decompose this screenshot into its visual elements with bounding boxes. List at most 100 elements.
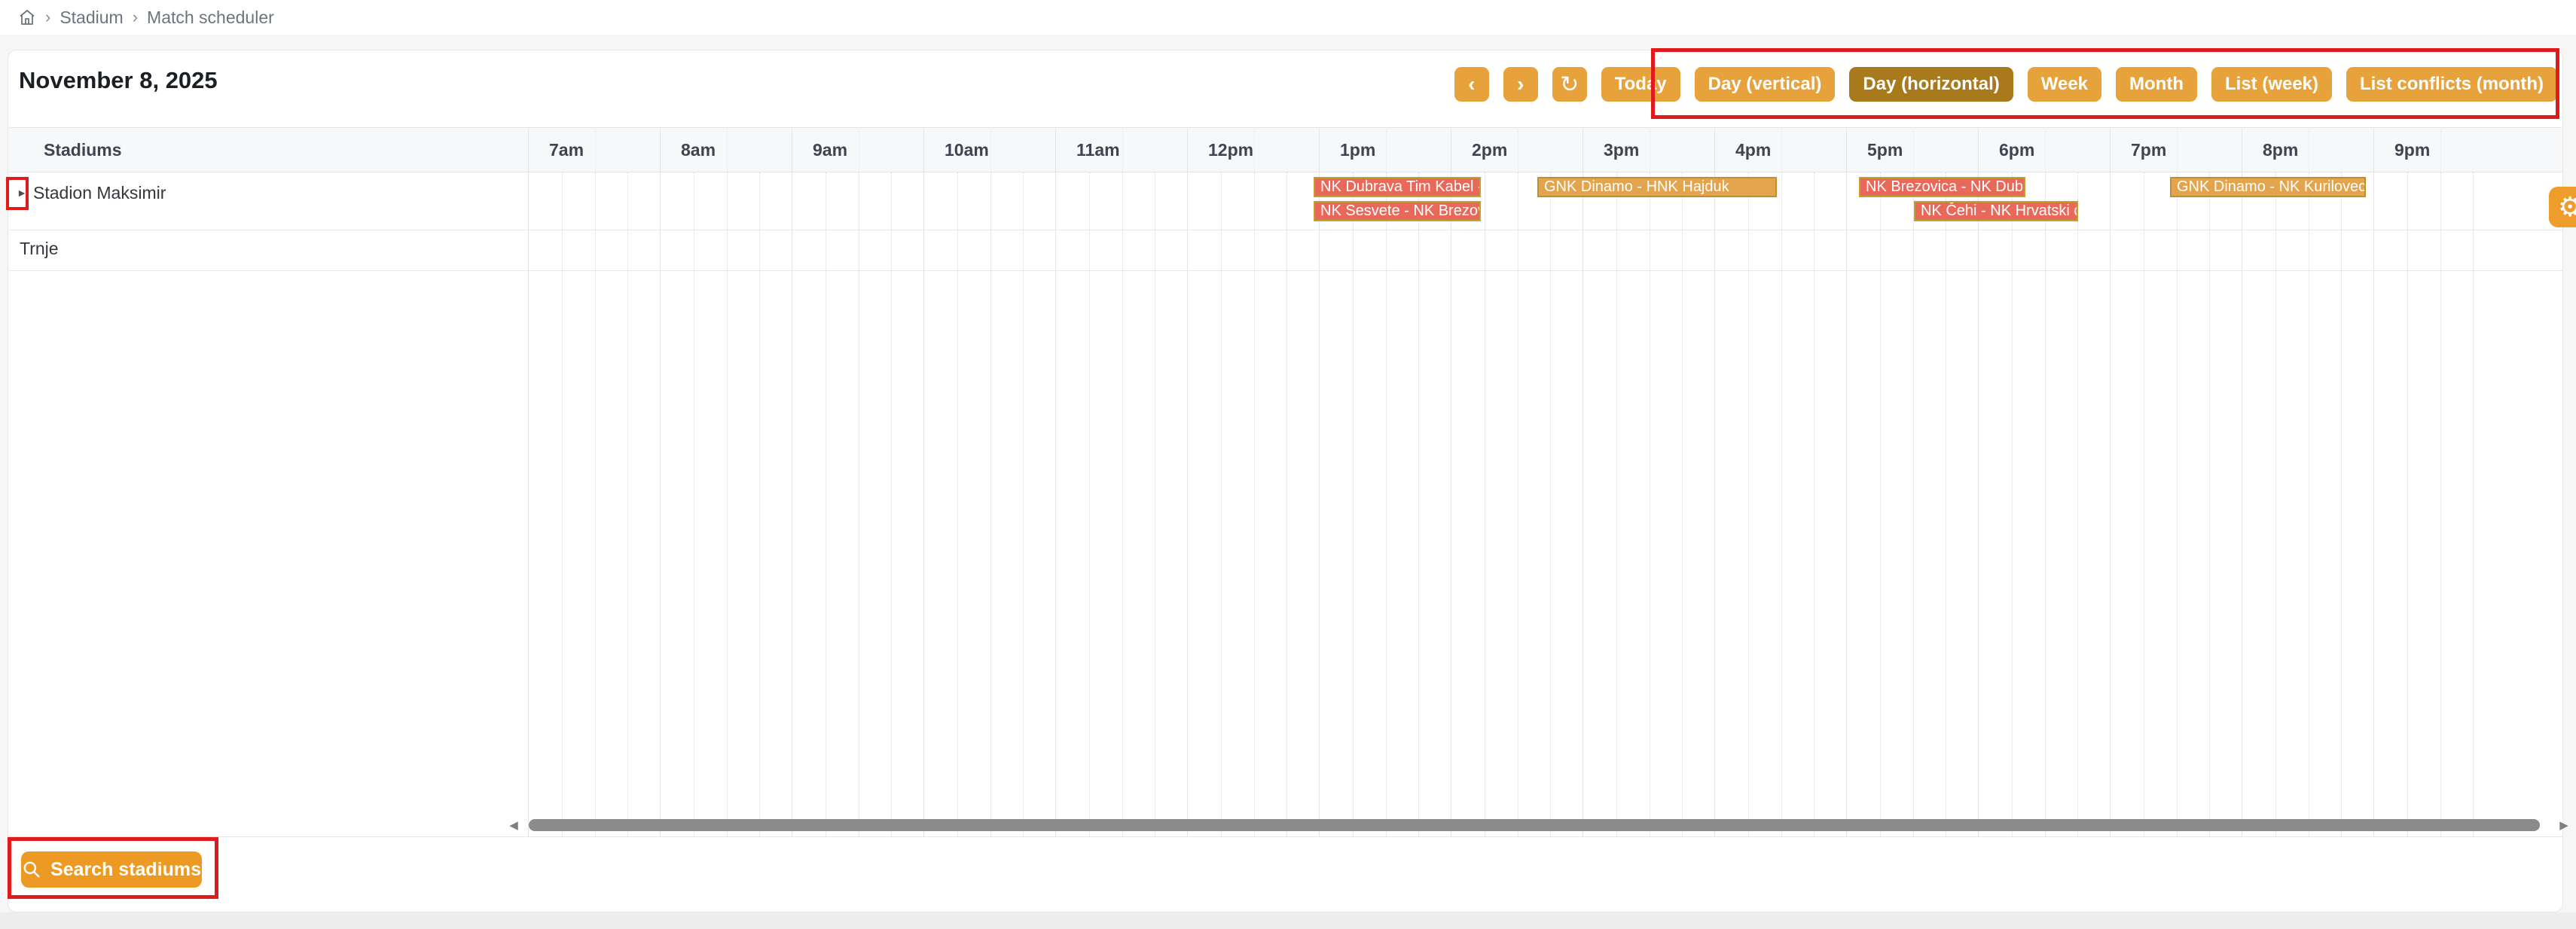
hour-label: 2pm [1472, 127, 1507, 172]
quarter-hour-line [1353, 172, 1354, 836]
quarter-hour-line [759, 172, 760, 836]
hour-label: 11am [1076, 127, 1120, 172]
hour-label: 7am [549, 127, 584, 172]
quarter-hour-line [1550, 172, 1551, 836]
hour-label: 5pm [1867, 127, 1903, 172]
half-hour-line [727, 127, 728, 172]
search-icon [22, 860, 41, 879]
hour-column: 10am [923, 127, 1055, 836]
quarter-hour-line [1386, 172, 1387, 836]
half-hour-line [1386, 127, 1387, 172]
view-button[interactable]: Day (vertical) [1695, 67, 1836, 102]
row-divider [9, 270, 2562, 271]
app-root: › Stadium › Match scheduler November 8, … [0, 0, 2576, 929]
quarter-hour-line [2012, 172, 2013, 836]
breadcrumb-separator: › [45, 8, 50, 27]
hour-column: 4pm [1714, 127, 1846, 836]
search-stadiums-label: Search stadiums [50, 859, 201, 881]
view-button[interactable]: Week [2028, 67, 2101, 102]
match-event[interactable]: GNK Dinamo - NK Kurilovec [2170, 177, 2366, 197]
hour-column: 7pm [2110, 127, 2242, 836]
scroll-right-icon[interactable]: ▶ [2557, 818, 2571, 832]
half-hour-line [1254, 127, 1255, 172]
half-hour-line [990, 127, 991, 172]
breadcrumb-item-stadium[interactable]: Stadium [60, 8, 123, 28]
match-event[interactable]: NK Sesvete - NK Brezovica [1314, 201, 1481, 221]
horizontal-scrollbar[interactable]: ◀ ▶ [507, 818, 2571, 832]
resource-column-divider [528, 127, 529, 836]
quarter-hour-line [1418, 172, 1419, 836]
hour-label: 9pm [2394, 127, 2430, 172]
breadcrumb-item-match-scheduler[interactable]: Match scheduler [147, 8, 274, 28]
hour-label: 3pm [1604, 127, 1639, 172]
half-hour-line [2045, 127, 2046, 172]
gear-icon: ⚙ [2558, 191, 2576, 223]
hour-column: 7am [528, 127, 660, 836]
quarter-hour-line [2473, 172, 2474, 836]
match-event[interactable]: NK Čehi - NK Hrvatski dragovoljac [1914, 201, 2078, 221]
quarter-hour-line [2407, 172, 2408, 836]
hour-label: 12pm [1208, 127, 1253, 172]
hour-label: 1pm [1340, 127, 1375, 172]
resource-row-label: Trnje [20, 239, 59, 259]
quarter-hour-line [1616, 172, 1617, 836]
hour-label: 7pm [2131, 127, 2166, 172]
view-button[interactable]: Today [1601, 67, 1680, 102]
quarter-hour-line [957, 172, 958, 836]
view-button[interactable]: List (week) [2211, 67, 2332, 102]
scrollbar-thumb[interactable] [529, 819, 2540, 831]
quarter-hour-line [2177, 172, 2178, 836]
hour-column: 11am [1055, 127, 1187, 836]
hour-column: 1pm [1319, 127, 1451, 836]
resource-column-header: Stadiums [44, 127, 122, 172]
search-stadiums-button[interactable]: Search stadiums [21, 851, 202, 888]
hour-label: 10am [945, 127, 989, 172]
match-event[interactable]: NK Brezovica - NK Dubrava Tim Ka [1859, 177, 2025, 197]
resource-row-trnje: Trnje [20, 237, 59, 260]
prev-day-button[interactable]: ‹ [1454, 67, 1489, 102]
quarter-hour-line [1286, 172, 1287, 836]
refresh-button[interactable]: ↻ [1552, 67, 1587, 102]
hour-label: 6pm [1999, 127, 2034, 172]
quarter-hour-line [2209, 172, 2210, 836]
quarter-hour-line [1254, 172, 1255, 836]
view-button[interactable]: List conflicts (month) [2346, 67, 2557, 102]
half-hour-line [1781, 127, 1782, 172]
half-hour-line [1122, 127, 1123, 172]
hour-label: 4pm [1735, 127, 1771, 172]
hour-column: 6pm [1978, 127, 2110, 836]
home-icon[interactable] [18, 8, 36, 26]
quarter-hour-line [990, 172, 991, 836]
view-button[interactable]: Day (horizontal) [1849, 67, 2013, 102]
hour-column: 8pm [2242, 127, 2373, 836]
toolbar: ‹ › ↻ Today Day (vertical) Day (horizontal… [1454, 67, 2557, 102]
timeline-grid: Stadiums 7am [9, 127, 2562, 837]
quarter-hour-line [1682, 172, 1683, 836]
expand-row-icon[interactable]: ► [14, 187, 30, 199]
quarter-hour-line [1023, 172, 1024, 836]
date-title: November 8, 2025 [19, 67, 218, 94]
match-event[interactable]: GNK Dinamo - HNK Hajduk [1537, 177, 1777, 197]
settings-flyout-button[interactable]: ⚙ [2549, 187, 2576, 227]
hour-label: 8am [681, 127, 716, 172]
scroll-left-icon[interactable]: ◀ [507, 818, 520, 832]
quarter-hour-line [727, 172, 728, 836]
hour-column: 8am [660, 127, 792, 836]
match-event[interactable]: NK Dubrava Tim Kabel - NK Čehi [1314, 177, 1481, 197]
quarter-hour-line [2341, 172, 2342, 836]
quarter-hour-line [1122, 172, 1123, 836]
breadcrumb: › Stadium › Match scheduler [0, 0, 2576, 35]
footer-strip [0, 912, 2576, 929]
resource-row-stadion-maksimir: ► Stadion Maksimir [14, 181, 166, 204]
quarter-hour-line [2077, 172, 2078, 836]
quarter-hour-line [627, 172, 628, 836]
quarter-hour-line [2045, 172, 2046, 836]
quarter-hour-line [1221, 172, 1222, 836]
quarter-hour-line [1913, 172, 1914, 836]
next-day-button[interactable]: › [1503, 67, 1538, 102]
hour-column: 5pm [1846, 127, 1978, 836]
hour-column: 12pm [1187, 127, 1319, 836]
view-button[interactable]: Month [2116, 67, 2197, 102]
quarter-hour-line [891, 172, 892, 836]
hour-column: 3pm [1583, 127, 1714, 836]
